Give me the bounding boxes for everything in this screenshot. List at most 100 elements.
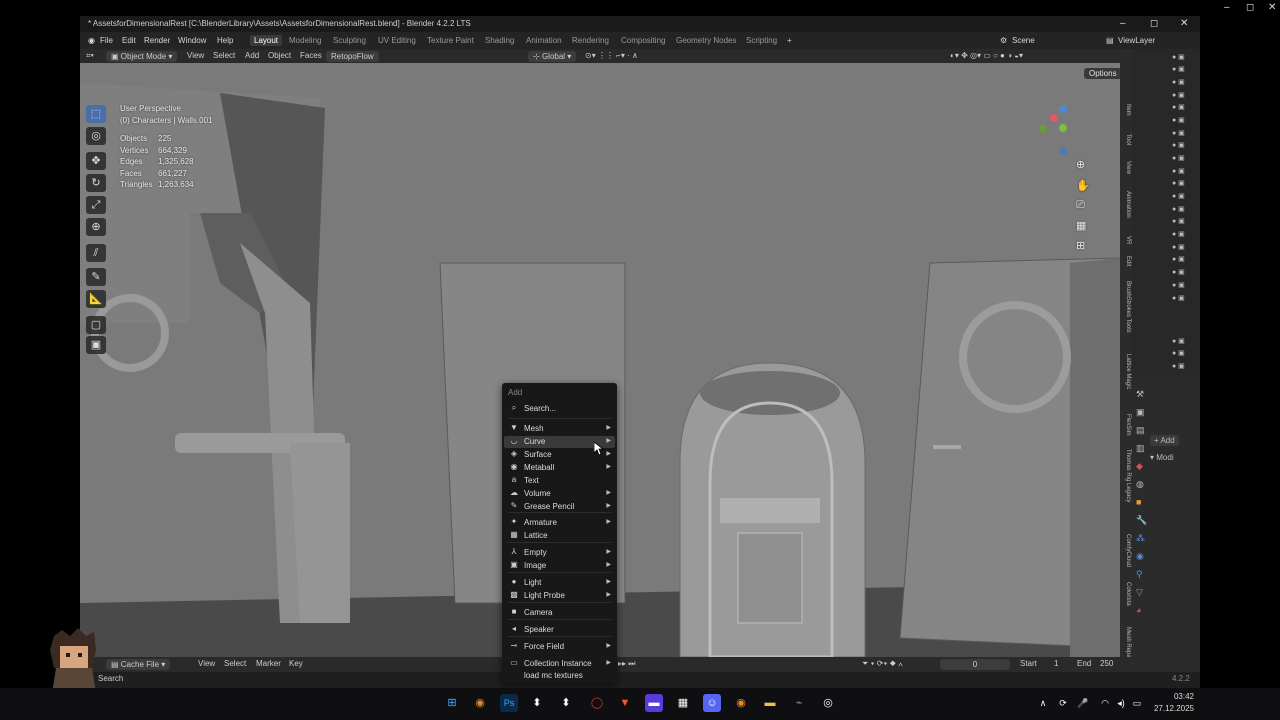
npanel-tab-thomas-rig[interactable]: Thomas Rig Legacy [1121, 449, 1131, 502]
end-frame-field[interactable]: 250 [1100, 659, 1113, 668]
eye-icon[interactable]: ● ▣ [1172, 349, 1185, 357]
material-props-icon[interactable]: ◕ [1136, 605, 1141, 615]
cursor-icon[interactable]: ◎ [86, 127, 106, 145]
timeline-menu-key[interactable]: Key [289, 659, 303, 668]
modifier-props-icon[interactable]: 🔧 [1136, 515, 1147, 526]
eye-icon[interactable]: ● ▣ [1172, 255, 1185, 263]
snap-icon[interactable]: ⊙▾ ⋮⋮ ⌐▾ · ∧ [585, 51, 638, 60]
add-cube-icon[interactable]: ▢ [86, 316, 106, 334]
view-layer-selector[interactable]: ViewLayer [1118, 36, 1155, 45]
add-menu-item-armature[interactable]: ✦ Armature ▶ [504, 517, 615, 529]
npanel-tab-brushstrokes[interactable]: BrushStrokes Tools [1121, 281, 1131, 333]
npanel-tab-vr[interactable]: VR [1121, 236, 1131, 244]
scale-icon[interactable]: ⤢ [86, 196, 106, 214]
npanel-tab-colorista[interactable]: Colorista [1121, 582, 1131, 606]
tab-texture-paint[interactable]: Texture Paint [427, 36, 474, 45]
npanel-tab-lattice-magic[interactable]: Lattice Magic [1121, 354, 1131, 389]
menu-object[interactable]: Object [268, 51, 291, 60]
npanel-tab-item[interactable]: Item [1121, 104, 1131, 116]
editor-type-icon[interactable]: ⌗▾ [86, 51, 94, 61]
menu-edit[interactable]: Edit [122, 36, 136, 45]
menu-faces[interactable]: Faces [300, 51, 322, 60]
add-menu-item-camera[interactable]: ■ Camera [504, 607, 615, 619]
editor-selector[interactable]: ▤ Cache File ▾ [106, 659, 171, 670]
add-menu-item-force-field[interactable]: ⊸ Force Field ▶ [504, 641, 615, 653]
app-icon[interactable]: ◎ [819, 694, 837, 712]
sync-icon[interactable]: ⟳ [1054, 694, 1072, 712]
menu-select[interactable]: Select [213, 51, 235, 60]
eye-icon[interactable]: ● ▣ [1172, 141, 1185, 149]
rotate-icon[interactable]: ↻ [86, 174, 106, 192]
data-props-icon[interactable]: ▽ [1136, 587, 1143, 598]
add-menu-item-lattice[interactable]: ▦ Lattice [504, 530, 615, 542]
battery-icon[interactable]: ▭ [1128, 694, 1146, 712]
filter-icon[interactable]: ⏷ ▾ ⟳▾ ◆ ∧ [862, 659, 903, 669]
timeline-menu-view[interactable]: View [198, 659, 215, 668]
render-props-icon[interactable]: ▣ [1136, 407, 1145, 418]
current-frame-field[interactable]: 0 [940, 659, 1010, 670]
transform-orientation[interactable]: ⊹ Global ▾ [528, 51, 577, 62]
npanel-tab-flexsim[interactable]: FlexSim [1121, 414, 1131, 436]
eye-icon[interactable]: ● ▣ [1172, 192, 1185, 200]
add-menu-item-image[interactable]: ▣ Image ▶ [504, 560, 615, 572]
add-menu-item-light-probe[interactable]: ▩ Light Probe ▶ [504, 590, 615, 602]
eye-icon[interactable]: ● ▣ [1172, 167, 1185, 175]
maximize-icon[interactable]: ◻ [1150, 18, 1158, 29]
minimize-icon[interactable]: – [1120, 18, 1126, 29]
tab-scripting[interactable]: Scripting [746, 36, 777, 45]
tab-animation[interactable]: Animation [526, 36, 562, 45]
menu-retopoflow[interactable]: RetopoFlow [326, 51, 379, 62]
object-props-icon[interactable]: ■ [1136, 497, 1141, 507]
menu-window[interactable]: Window [178, 36, 206, 45]
eye-icon[interactable]: ● ▣ [1172, 78, 1185, 86]
tab-uv-editing[interactable]: UV Editing [378, 36, 416, 45]
eye-icon[interactable]: ● ▣ [1172, 103, 1185, 111]
select-box-icon[interactable]: ⬚ [86, 105, 106, 123]
start-icon[interactable]: ⊞ [443, 694, 461, 712]
menu-help[interactable]: Help [217, 36, 233, 45]
tab-geometry-nodes[interactable]: Geometry Nodes [676, 36, 736, 45]
clock-time[interactable]: 03:42 [1150, 692, 1194, 701]
mode-selector[interactable]: ▣ Object Mode ▾ [106, 51, 178, 62]
eye-icon[interactable]: ● ▣ [1172, 268, 1185, 276]
eye-icon[interactable]: ● ▣ [1172, 362, 1185, 370]
eye-icon[interactable]: ● ▣ [1172, 294, 1185, 302]
modifier-section-header[interactable]: ▾ Modi [1150, 453, 1174, 462]
npanel-tab-animation[interactable]: Animation [1121, 191, 1131, 218]
npanel-tab-mesh-repair[interactable]: Mesh Repair [1121, 627, 1131, 661]
opera-icon[interactable]: ◯ [588, 694, 606, 712]
world-props-icon[interactable]: ◍ [1136, 479, 1144, 490]
move-icon[interactable]: ✥ [86, 152, 106, 170]
eye-icon[interactable]: ● ▣ [1172, 230, 1185, 238]
add-menu-item-collection-instance[interactable]: ▭ Collection Instance ▶ [504, 658, 615, 670]
add-workspace-button[interactable]: + [787, 36, 792, 45]
eye-icon[interactable]: ● ▣ [1172, 205, 1185, 213]
pan-hand-icon[interactable]: ✋ [1076, 179, 1090, 192]
menu-view[interactable]: View [187, 51, 204, 60]
add-menu-item-metaball[interactable]: ◉ Metaball ▶ [504, 462, 615, 474]
eye-icon[interactable]: ● ▣ [1172, 91, 1185, 99]
clock-date[interactable]: 27.12.2025 [1146, 704, 1194, 713]
ortho-toggle-icon[interactable]: ▦ [1076, 219, 1086, 232]
add-menu-search[interactable]: ⌕ Search... [504, 403, 615, 415]
eye-icon[interactable]: ● ▣ [1172, 281, 1185, 289]
scene-props-icon[interactable]: ◆ [1136, 461, 1143, 472]
eye-icon[interactable]: ● ▣ [1172, 154, 1185, 162]
tab-modeling[interactable]: Modeling [289, 36, 321, 45]
add-menu-item-empty[interactable]: ⅄ Empty ▶ [504, 547, 615, 559]
blender-logo-icon[interactable]: ◉ [88, 36, 95, 45]
blender-taskbar-icon[interactable]: ◉ [732, 694, 750, 712]
add-menu-item-volume[interactable]: ☁ Volume ▶ [504, 488, 615, 500]
eye-icon[interactable]: ● ▣ [1172, 179, 1185, 187]
brave-icon[interactable]: ▼ [616, 694, 634, 712]
tab-compositing[interactable]: Compositing [621, 36, 665, 45]
menu-render[interactable]: Render [144, 36, 170, 45]
npanel-tab-edit[interactable]: Edit [1121, 256, 1131, 266]
npanel-tab-comfycloud[interactable]: ComfyCloud [1121, 534, 1131, 567]
close-icon[interactable]: ✕ [1180, 18, 1188, 29]
npanel-tab-view[interactable]: View [1121, 161, 1131, 174]
constraints-props-icon[interactable]: ⚲ [1136, 569, 1143, 580]
file-explorer-icon[interactable]: ▬ [761, 694, 779, 712]
tool-props-icon[interactable]: ⚒ [1136, 389, 1144, 400]
eye-icon[interactable]: ● ▣ [1172, 65, 1185, 73]
